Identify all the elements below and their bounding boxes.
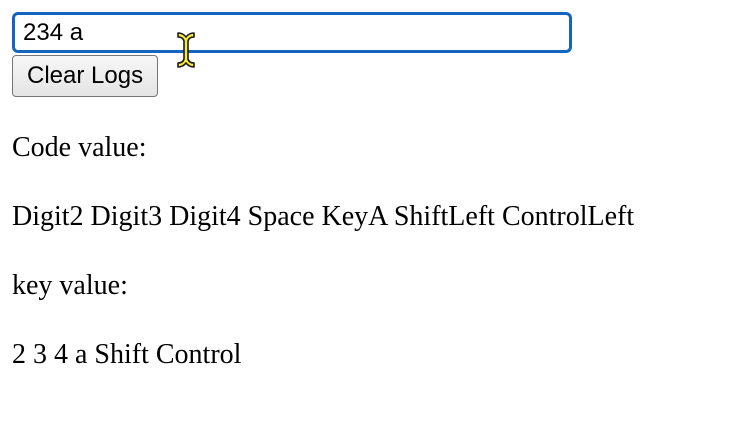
key-log-input[interactable]	[12, 12, 572, 53]
code-value-label: Code value:	[12, 132, 147, 163]
key-value-output: 2 3 4 a Shift Control	[12, 339, 242, 370]
clear-logs-button[interactable]: Clear Logs	[12, 55, 159, 97]
code-value-output: Digit2 Digit3 Digit4 Space KeyA ShiftLef…	[12, 201, 635, 232]
key-value-label: key value:	[12, 270, 128, 301]
page: Clear Logs Code value: Digit2 Digit3 Dig…	[12, 12, 742, 373]
